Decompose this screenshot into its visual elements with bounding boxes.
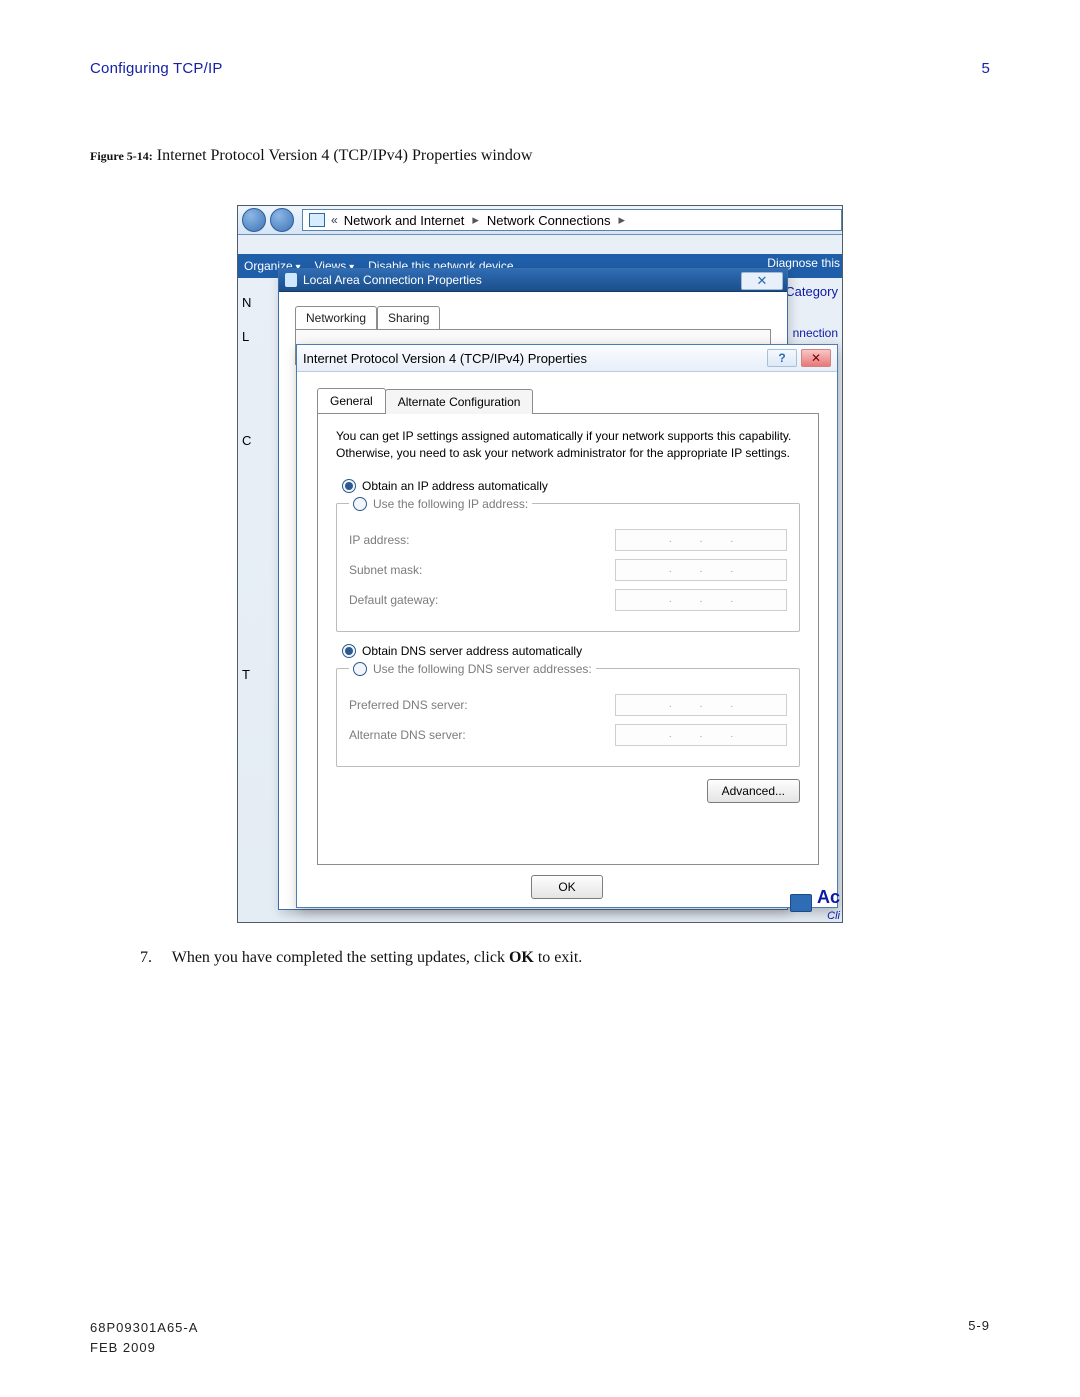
doc-date: FEB 2009 (90, 1338, 198, 1358)
address-bar[interactable]: « Network and Internet ▸ Network Connect… (302, 209, 842, 231)
radio-use-dns-manual[interactable]: Use the following DNS server addresses: (349, 662, 596, 676)
step-text-before: When you have completed the setting upda… (172, 949, 509, 966)
figure-caption-text: Internet Protocol Version 4 (TCP/IPv4) P… (157, 147, 533, 164)
tab-general[interactable]: General (317, 388, 386, 413)
radio-label: Obtain an IP address automatically (362, 479, 548, 493)
input-preferred-dns[interactable]: ... (615, 694, 787, 716)
radio-use-ip-manual[interactable]: Use the following IP address: (349, 497, 532, 511)
input-default-gateway[interactable]: ... (615, 589, 787, 611)
radio-icon (342, 479, 356, 493)
ok-button[interactable]: OK (531, 875, 602, 899)
dns-manual-fieldset: Use the following DNS server addresses: … (336, 662, 800, 767)
radio-label: Use the following IP address: (373, 497, 528, 511)
ipv4-properties-window: Internet Protocol Version 4 (TCP/IPv4) P… (296, 344, 838, 908)
radio-obtain-dns-auto[interactable]: Obtain DNS server address automatically (342, 644, 800, 658)
advanced-button[interactable]: Advanced... (707, 779, 800, 803)
label-preferred-dns: Preferred DNS server: (349, 698, 468, 712)
chevrons-icon: « (331, 213, 338, 227)
document-page: Configuring TCP/IP 5 Figure 5-14: Intern… (0, 0, 1080, 1397)
gutter-c: C (242, 424, 251, 458)
radio-icon (353, 497, 367, 511)
sidebar-connection-text: nnection (793, 326, 838, 340)
shield-icon (285, 273, 297, 287)
left-gutter-letters: N L C T (242, 286, 251, 692)
tab-alternate-configuration[interactable]: Alternate Configuration (385, 389, 534, 414)
label-alternate-dns: Alternate DNS server: (349, 728, 466, 742)
ipv4-panel: You can get IP settings assigned automat… (317, 413, 819, 865)
back-button[interactable] (242, 208, 266, 232)
input-ip-address[interactable]: ... (615, 529, 787, 551)
screenshot: « Network and Internet ▸ Network Connect… (237, 205, 843, 923)
tab-networking[interactable]: Networking (295, 306, 377, 329)
figure-caption: Figure 5-14: Internet Protocol Version 4… (90, 147, 990, 165)
step-bold: OK (509, 949, 534, 966)
lac-titlebar[interactable]: Local Area Connection Properties ✕ (279, 269, 787, 292)
gutter-l: L (242, 320, 251, 354)
radio-obtain-ip-auto[interactable]: Obtain an IP address automatically (342, 479, 800, 493)
label-subnet-mask: Subnet mask: (349, 563, 422, 577)
close-button[interactable]: ✕ (801, 349, 831, 367)
ipv4-title-text: Internet Protocol Version 4 (TCP/IPv4) P… (303, 351, 587, 366)
page-header: Configuring TCP/IP 5 (90, 60, 990, 77)
step-7: 7. When you have completed the setting u… (140, 949, 990, 967)
doc-id: 68P09301A65-A (90, 1318, 198, 1338)
ip-manual-fieldset: Use the following IP address: IP address… (336, 497, 800, 632)
forward-button[interactable] (270, 208, 294, 232)
radio-icon (353, 662, 367, 676)
label-default-gateway: Default gateway: (349, 593, 438, 607)
section-title: Configuring TCP/IP (90, 60, 223, 77)
breadcrumb-item-connections[interactable]: Network Connections (487, 213, 611, 228)
input-subnet-mask[interactable]: ... (615, 559, 787, 581)
help-button[interactable]: ? (767, 349, 797, 367)
radio-icon (342, 644, 356, 658)
location-icon (309, 213, 325, 227)
gutter-t: T (242, 658, 251, 692)
page-number: 5-9 (968, 1318, 990, 1357)
ipv4-tabs: General Alternate Configuration (317, 388, 837, 413)
breadcrumb-item-network[interactable]: Network and Internet (344, 213, 465, 228)
tab-sharing[interactable]: Sharing (377, 306, 440, 329)
gutter-n: N (242, 286, 251, 320)
network-adapter-icon (790, 894, 812, 912)
page-footer: 68P09301A65-A FEB 2009 5-9 (90, 1318, 990, 1357)
input-alternate-dns[interactable]: ... (615, 724, 787, 746)
radio-label: Use the following DNS server addresses: (373, 662, 592, 676)
step-number: 7. (140, 949, 168, 967)
figure-label: Figure 5-14: (90, 149, 153, 163)
explorer-nav-bar: « Network and Internet ▸ Network Connect… (238, 206, 842, 235)
section-number: 5 (981, 60, 990, 77)
ipv4-description: You can get IP settings assigned automat… (336, 428, 800, 463)
label-ip-address: IP address: (349, 533, 409, 547)
corner-cli: Cli (827, 910, 840, 922)
radio-label: Obtain DNS server address automatically (362, 644, 582, 658)
lac-tabs: Networking Sharing (295, 306, 787, 329)
corner-ac: Ac (817, 887, 840, 908)
breadcrumb-separator: ▸ (616, 212, 627, 228)
lac-close-button[interactable]: ✕ (741, 272, 783, 290)
lac-title-text: Local Area Connection Properties (303, 273, 482, 287)
ipv4-titlebar[interactable]: Internet Protocol Version 4 (TCP/IPv4) P… (297, 345, 837, 372)
step-text-after: to exit. (534, 949, 582, 966)
ipv4-button-row: OK (297, 875, 837, 899)
breadcrumb-separator: ▸ (470, 212, 481, 228)
